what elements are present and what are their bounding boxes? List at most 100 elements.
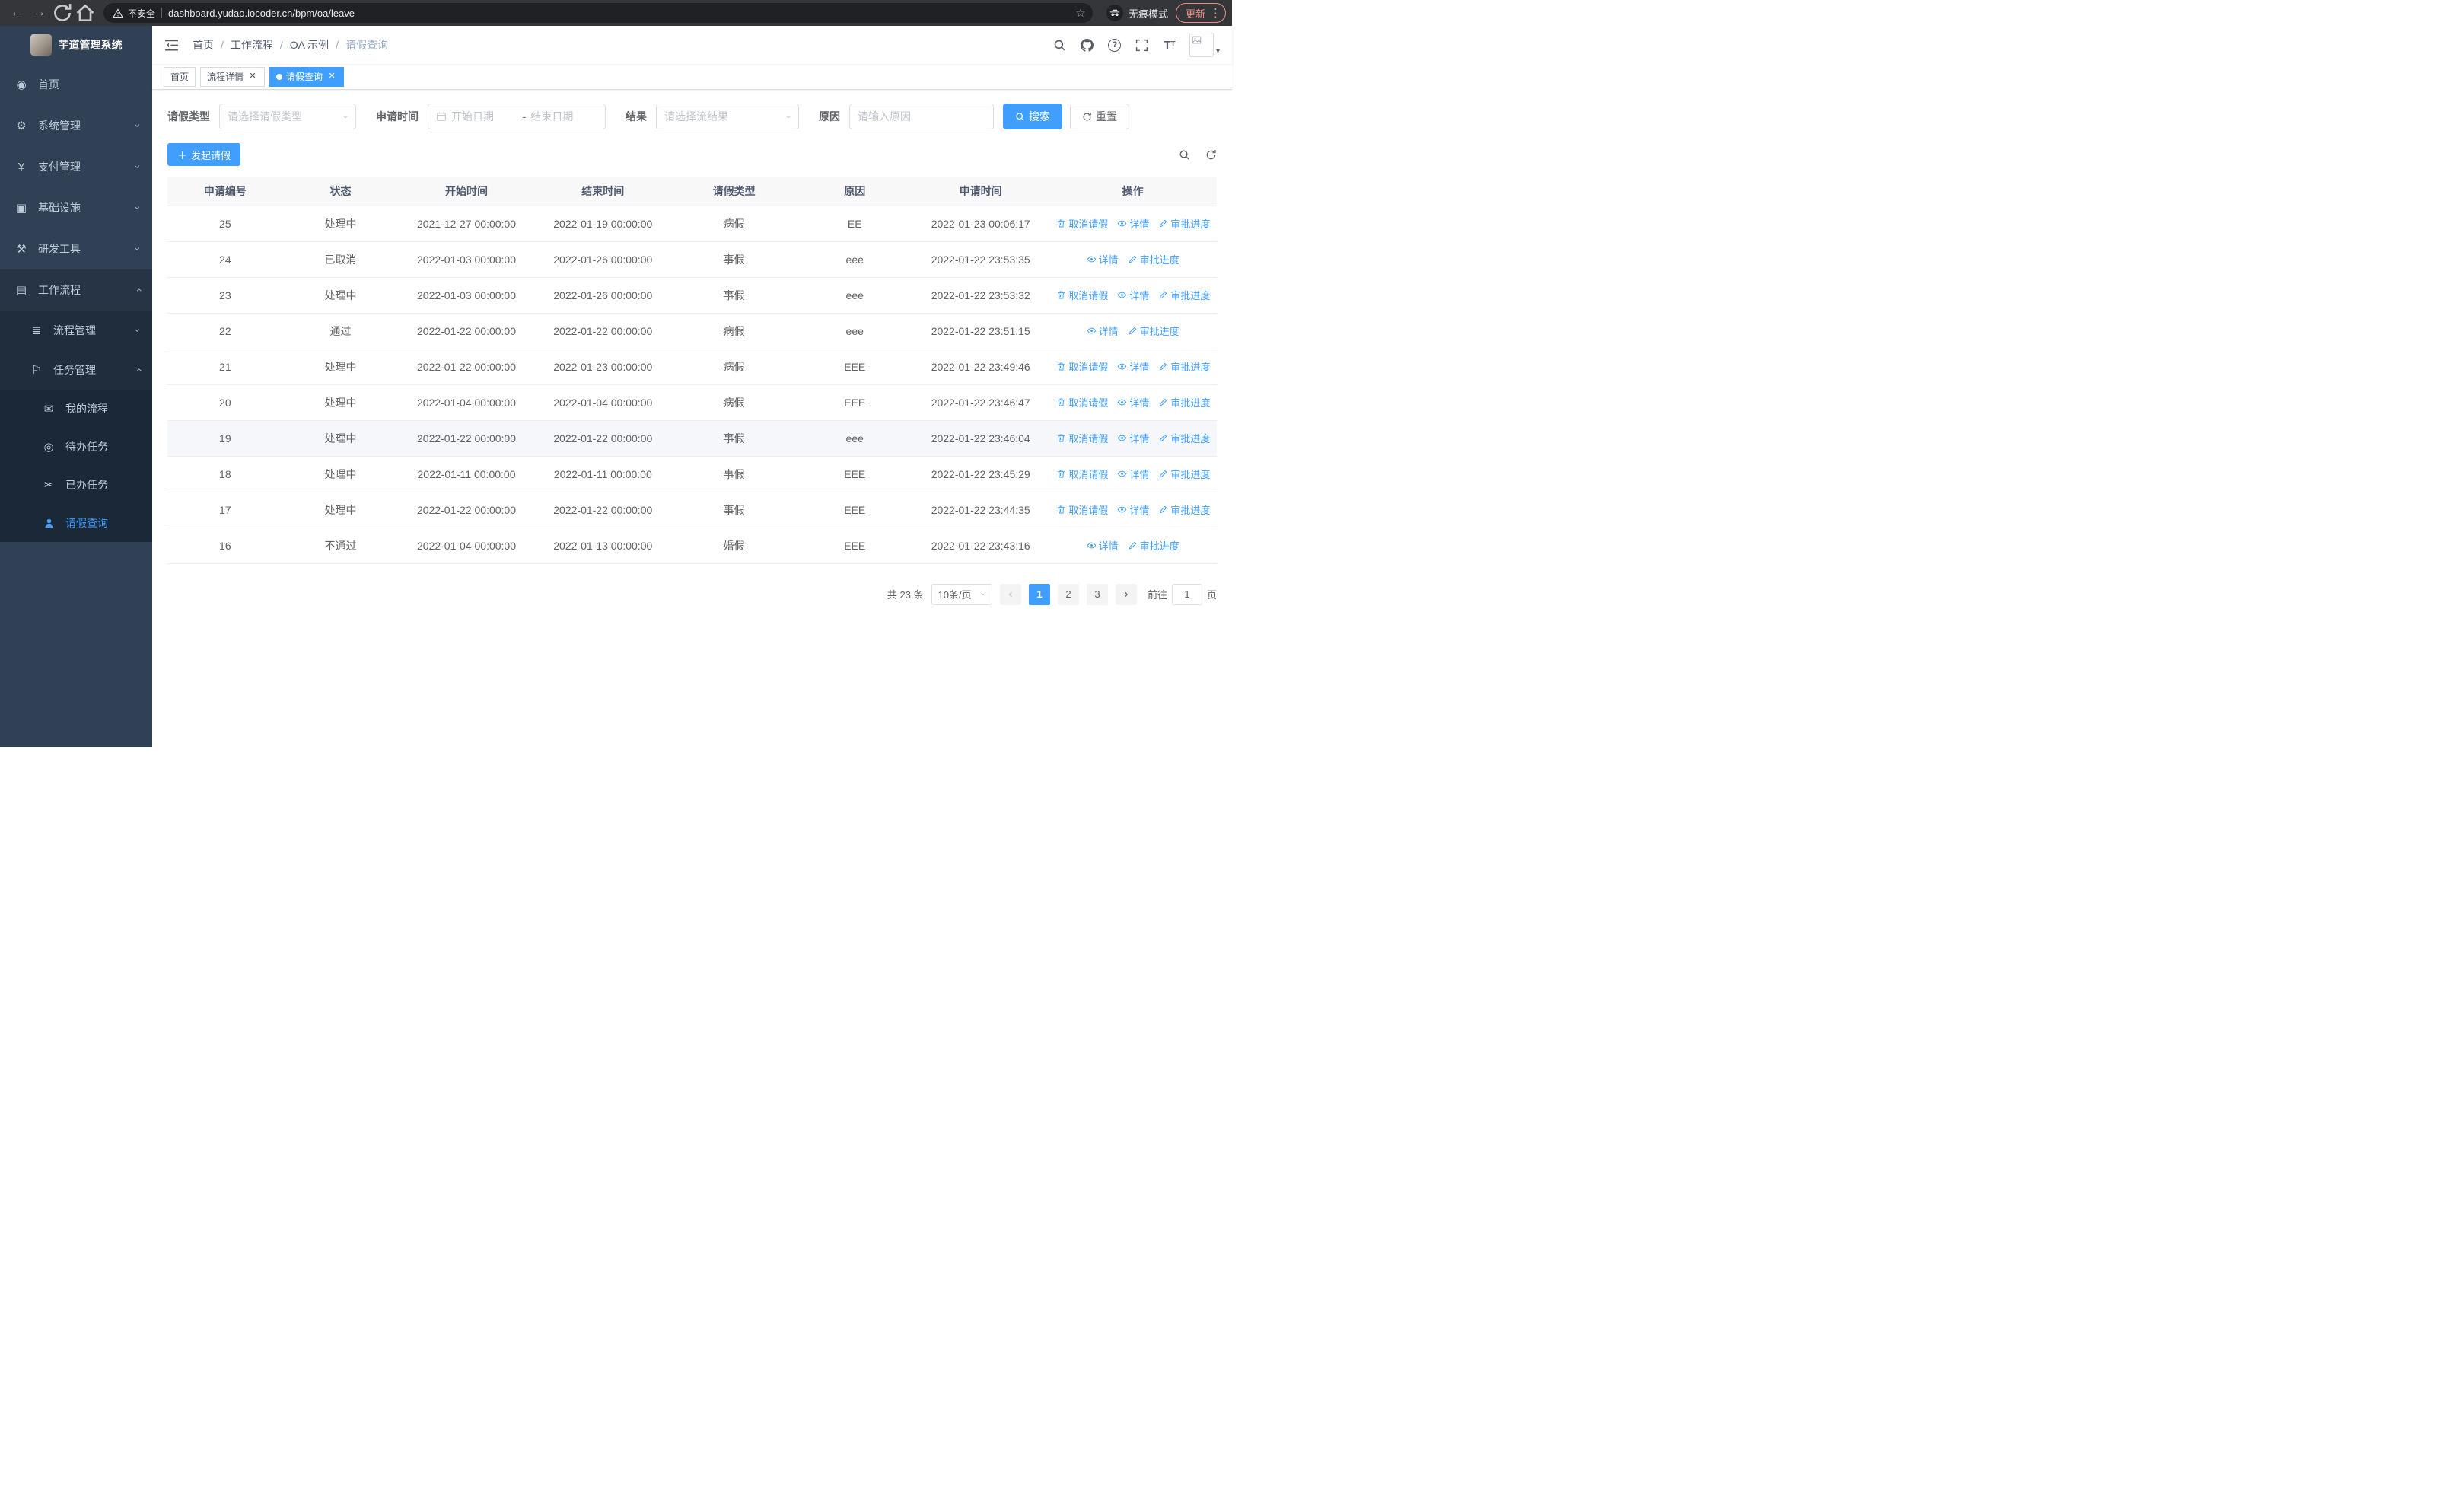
sidebar-item-todo-task[interactable]: ◎ 待办任务 [0, 428, 152, 466]
gear-icon: ⚙ [16, 120, 27, 132]
sidebar-item-task-management[interactable]: ⚐ 任务管理 › [0, 350, 152, 390]
detail-link[interactable]: 详情 [1087, 324, 1119, 338]
browser-forward-button[interactable]: → [29, 2, 50, 24]
breadcrumb-current: 请假查询 [345, 39, 389, 51]
breadcrumb-home[interactable]: 首页 [193, 37, 214, 53]
reason-input[interactable] [850, 104, 993, 129]
tab-leave-query[interactable]: 请假查询 ✕ [269, 66, 345, 87]
page-button-3[interactable]: 3 [1086, 583, 1108, 605]
prev-page-button[interactable]: ‹ [999, 583, 1021, 605]
address-bar[interactable]: 不安全 dashboard.yudao.iocoder.cn/bpm/oa/le… [103, 3, 1093, 23]
approval-progress-link[interactable]: 审批进度 [1158, 467, 1210, 481]
search-button[interactable]: 搜索 [1003, 104, 1062, 129]
sidebar-item-devtools[interactable]: ⚒ 研发工具 › [0, 228, 152, 269]
leave-type-label: 请假类型 [167, 110, 210, 123]
close-icon[interactable]: ✕ [326, 72, 337, 82]
refresh-icon [54, 4, 72, 21]
breadcrumb-oa-example[interactable]: OA 示例 [290, 37, 329, 53]
cancel-leave-link[interactable]: 取消请假 [1056, 467, 1108, 481]
approval-progress-link[interactable]: 审批进度 [1158, 502, 1210, 517]
sidebar-item-done-task[interactable]: ✂ 已办任务 [0, 466, 152, 504]
cancel-leave-link[interactable]: 取消请假 [1056, 216, 1108, 231]
chevron-up-icon: › [132, 288, 145, 292]
security-chip[interactable]: 不安全 [113, 7, 155, 20]
col-apply-time: 申请时间 [912, 177, 1049, 206]
edit-icon [1158, 218, 1168, 228]
infrastructure-icon: ▣ [15, 202, 27, 215]
page-button-2[interactable]: 2 [1057, 583, 1079, 605]
breadcrumb-workflow[interactable]: 工作流程 [231, 37, 273, 53]
create-leave-button[interactable]: ＋ 发起请假 [167, 143, 241, 166]
sidebar-item-infrastructure[interactable]: ▣ 基础设施 › [0, 187, 152, 228]
detail-link[interactable]: 详情 [1117, 216, 1149, 231]
approval-progress-link[interactable]: 审批进度 [1128, 538, 1179, 553]
cancel-leave-link[interactable]: 取消请假 [1056, 431, 1108, 445]
detail-link[interactable]: 详情 [1087, 252, 1119, 266]
browser-back-button[interactable]: ← [6, 2, 27, 24]
detail-link[interactable]: 详情 [1117, 395, 1149, 410]
approval-progress-link[interactable]: 审批进度 [1158, 395, 1210, 410]
sidebar-item-my-process[interactable]: ✉ 我的流程 [0, 390, 152, 428]
toggle-search-icon[interactable] [1179, 149, 1190, 161]
sidebar-item-workflow[interactable]: ▤ 工作流程 › [0, 269, 152, 311]
date-range-picker[interactable]: 开始日期 - 结束日期 [428, 104, 606, 129]
browser-menu-icon[interactable]: ⋮ [1210, 6, 1221, 20]
detail-link[interactable]: 详情 [1117, 359, 1149, 374]
tab-process-detail[interactable]: 流程详情 ✕ [200, 66, 266, 87]
approval-progress-link[interactable]: 审批进度 [1128, 324, 1179, 338]
sidebar-item-process-management[interactable]: ≣ 流程管理 › [0, 311, 152, 350]
approval-progress-link[interactable]: 审批进度 [1128, 252, 1179, 266]
browser-home-button[interactable] [75, 2, 96, 24]
cancel-leave-link[interactable]: 取消请假 [1056, 359, 1108, 374]
eye-icon [1087, 540, 1097, 550]
detail-link[interactable]: 详情 [1117, 467, 1149, 481]
github-icon[interactable] [1080, 37, 1095, 53]
bookmark-star-icon[interactable]: ☆ [1071, 6, 1090, 20]
tab-home[interactable]: 首页 [164, 66, 196, 87]
avatar-image-placeholder [1189, 33, 1214, 57]
col-start-time: 开始时间 [398, 177, 535, 206]
approval-progress-link[interactable]: 审批进度 [1158, 288, 1210, 302]
cancel-leave-link[interactable]: 取消请假 [1056, 395, 1108, 410]
table-row: 22 通过 2022-01-22 00:00:00 2022-01-22 00:00:… [167, 313, 1217, 349]
cancel-leave-link[interactable]: 取消请假 [1056, 502, 1108, 517]
app-logo[interactable]: 芋道管理系统 [0, 26, 152, 64]
sidebar-item-payment[interactable]: ¥ 支付管理 › [0, 146, 152, 187]
reset-button[interactable]: 重置 [1070, 104, 1129, 129]
page-size-select[interactable]: 10条/页 › [931, 583, 992, 605]
result-select[interactable]: 请选择流结果 › [656, 104, 799, 129]
detail-link[interactable]: 详情 [1117, 431, 1149, 445]
sidebar-item-home[interactable]: ◉ 首页 [0, 64, 152, 105]
filter-apply-time: 申请时间 开始日期 - 结束日期 [376, 104, 606, 129]
sidebar-item-system[interactable]: ⚙ 系统管理 › [0, 105, 152, 146]
edit-icon [1158, 433, 1168, 443]
font-size-icon[interactable]: TT [1162, 37, 1177, 53]
sidebar-item-leave-query[interactable]: 请假查询 [0, 504, 152, 542]
fullscreen-icon[interactable] [1135, 37, 1150, 53]
detail-link[interactable]: 详情 [1117, 288, 1149, 302]
approval-progress-link[interactable]: 审批进度 [1158, 359, 1210, 374]
approval-progress-link[interactable]: 审批进度 [1158, 216, 1210, 231]
goto-page: 前往 页 [1148, 583, 1217, 605]
leave-type-select[interactable]: 请选择请假类型 › [219, 104, 356, 129]
edit-icon [1128, 254, 1138, 264]
detail-link[interactable]: 详情 [1117, 502, 1149, 517]
table-row: 20 处理中 2022-01-04 00:00:00 2022-01-04 00:00… [167, 384, 1217, 421]
sidebar-fold-icon[interactable] [164, 39, 179, 52]
close-icon[interactable]: ✕ [247, 72, 258, 82]
search-icon[interactable] [1052, 37, 1068, 53]
eye-icon [1117, 469, 1127, 479]
browser-refresh-button[interactable] [52, 2, 73, 24]
user-avatar[interactable]: ▾ [1189, 33, 1220, 57]
goto-page-input[interactable] [1171, 583, 1202, 605]
approval-progress-link[interactable]: 审批进度 [1158, 431, 1210, 445]
refresh-table-icon[interactable] [1205, 149, 1217, 161]
next-page-button[interactable]: › [1115, 583, 1137, 605]
detail-link[interactable]: 详情 [1087, 538, 1119, 553]
page-button-1[interactable]: 1 [1028, 583, 1050, 605]
help-icon[interactable]: ? [1107, 37, 1122, 53]
dashboard-icon: ◉ [16, 78, 27, 91]
browser-update-button[interactable]: 更新 ⋮ [1175, 3, 1226, 23]
eye-icon [1117, 505, 1127, 515]
cancel-leave-link[interactable]: 取消请假 [1056, 288, 1108, 302]
